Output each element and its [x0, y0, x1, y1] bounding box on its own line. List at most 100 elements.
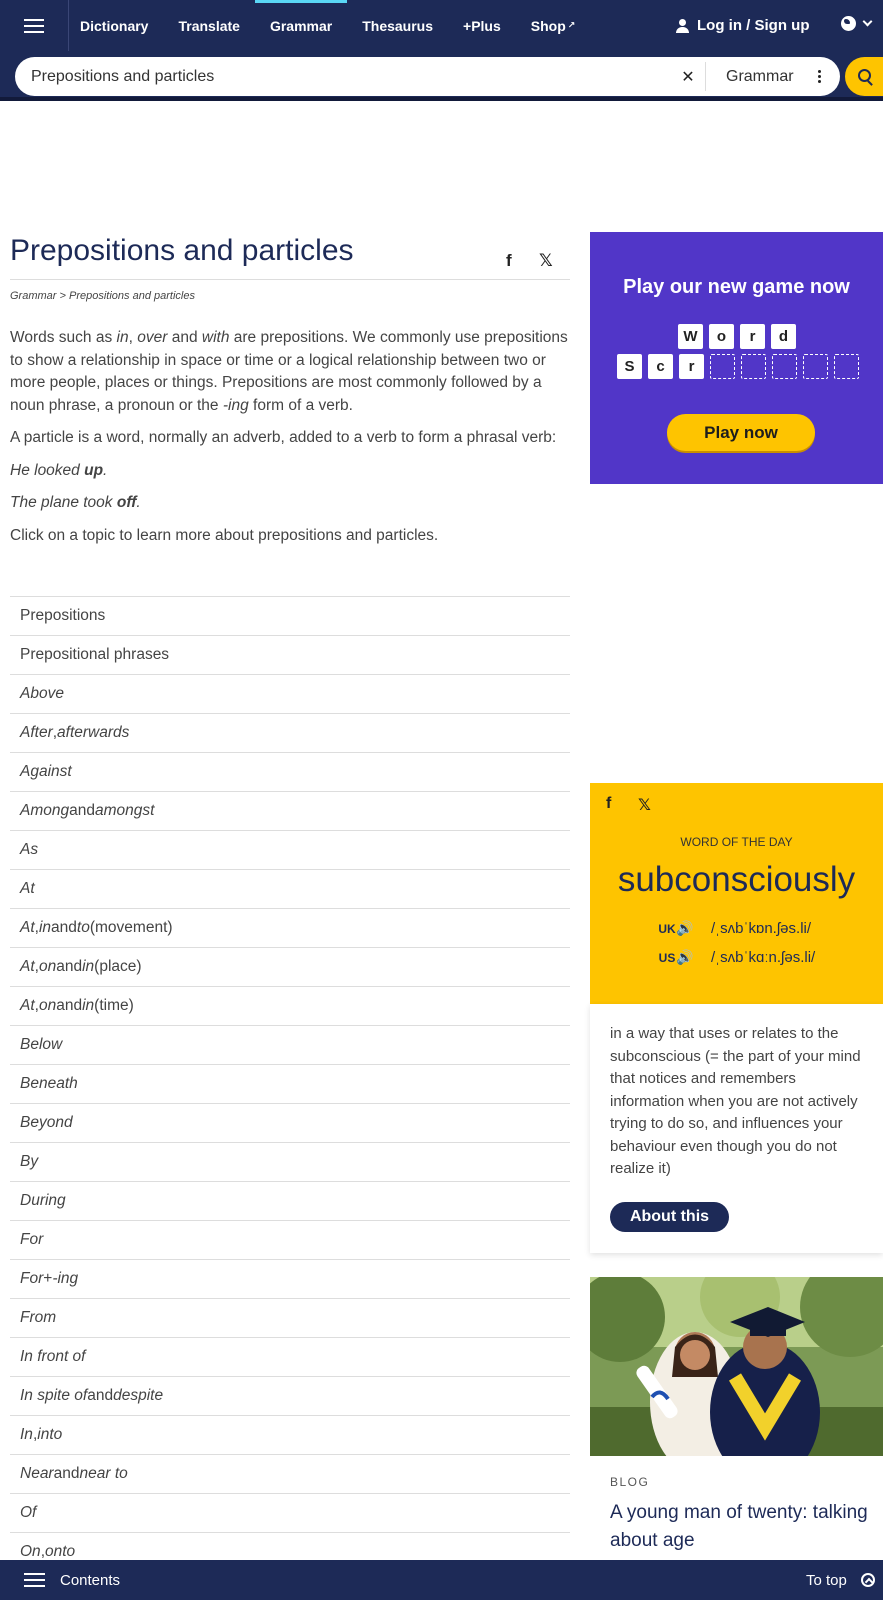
pronunciation-uk: UK 🔊 /ˌsʌbˈkɒn.ʃəs.li/ [658, 920, 811, 937]
user-icon [676, 18, 689, 33]
topic-link[interactable]: In spite of and despite [10, 1377, 570, 1416]
topic-link-text: amongst [95, 802, 155, 819]
to-top-button[interactable]: To top [806, 1560, 875, 1600]
topic-link[interactable]: Against [10, 753, 570, 792]
to-top-label: To top [806, 1571, 847, 1589]
breadcrumb: Grammar > Prepositions and particles [10, 290, 195, 302]
topic-link[interactable]: Near and near to [10, 1455, 570, 1494]
topic-link-text: and [56, 958, 83, 975]
topic-link[interactable]: At, on and in (place) [10, 948, 570, 987]
nav-thesaurus[interactable]: Thesaurus [347, 0, 448, 51]
topic-link[interactable]: At [10, 870, 570, 909]
wotd-label: WORD OF THE DAY [680, 835, 793, 849]
blog-image[interactable] [590, 1277, 883, 1456]
topic-link[interactable]: As [10, 831, 570, 870]
topic-link-text: Among [20, 802, 70, 819]
topic-link[interactable]: At, on and in (time) [10, 987, 570, 1026]
empty-tile [710, 354, 735, 379]
topic-link[interactable]: At, in and to (movement) [10, 909, 570, 948]
breadcrumb-root[interactable]: Grammar [10, 290, 56, 302]
facebook-icon[interactable]: f [506, 251, 512, 271]
topic-link[interactable]: During [10, 1182, 570, 1221]
topic-link-text: (movement) [89, 919, 173, 936]
topic-link-text: In spite of [20, 1387, 88, 1404]
dictionary-select[interactable]: Grammar [705, 62, 840, 91]
to-top-icon [860, 1573, 875, 1587]
intro-paragraph: Words such as in, over and with are prep… [10, 329, 568, 414]
region-label: UK [658, 921, 676, 936]
topic-link[interactable]: From [10, 1299, 570, 1338]
topic-link-text: After [20, 724, 53, 741]
topic-link[interactable]: Beyond [10, 1104, 570, 1143]
nav-grammar[interactable]: Grammar [254, 0, 348, 51]
language-selector[interactable] [841, 16, 873, 31]
topic-link[interactable]: In front of [10, 1338, 570, 1377]
login-link[interactable]: Log in / Sign up [676, 0, 809, 51]
topic-link[interactable]: Among and amongst [10, 792, 570, 831]
x-icon[interactable]: 𝕏 [539, 251, 553, 271]
topic-link-text: At [20, 958, 35, 975]
nav-plus[interactable]: +Plus [448, 0, 516, 51]
nav-dictionary[interactable]: Dictionary [69, 0, 163, 51]
topic-link-text: Below [20, 1036, 63, 1053]
topic-link-text: In [20, 1426, 33, 1443]
empty-tile [834, 354, 859, 379]
topic-link-text: On [20, 1543, 41, 1560]
wotd-definition: in a way that uses or relates to the sub… [610, 1025, 861, 1177]
x-icon[interactable]: 𝕏 [638, 795, 651, 815]
contents-button[interactable]: Contents [24, 1560, 120, 1600]
topic-link[interactable]: Prepositions [10, 597, 570, 636]
topic-link-text: As [20, 841, 39, 858]
topic-link[interactable]: For + -ing [10, 1260, 570, 1299]
topic-link-text: and [87, 1387, 114, 1404]
about-this-button[interactable]: About this [610, 1202, 729, 1232]
game-ad[interactable]: Play our new game now WordScr Play now [590, 232, 883, 484]
nav-translate[interactable]: Translate [163, 0, 254, 51]
topic-link-text: -ing [52, 1270, 79, 1287]
topic-link-text: near to [79, 1465, 128, 1482]
topic-link-text: From [20, 1309, 57, 1326]
example-sentence: The plane took off. [10, 494, 141, 511]
topic-link[interactable]: Of [10, 1494, 570, 1533]
letter-tile: o [709, 324, 734, 349]
empty-tile [772, 354, 797, 379]
nav-shop[interactable]: Shop ↗ [516, 0, 591, 51]
word-of-the-day: f 𝕏 WORD OF THE DAY subconsciously UK 🔊 … [590, 783, 883, 1004]
topic-link[interactable]: After, afterwards [10, 714, 570, 753]
topic-link[interactable]: Below [10, 1026, 570, 1065]
topic-link[interactable]: Beneath [10, 1065, 570, 1104]
topic-link[interactable]: By [10, 1143, 570, 1182]
breadcrumb-current[interactable]: Prepositions and particles [69, 290, 195, 302]
bottom-bar: Contents To top [0, 1560, 883, 1600]
pronunciation-us: US 🔊 /ˌsʌbˈkɑːn.ʃəs.li/ [658, 949, 816, 966]
search-field: Prepositions and particles ✕ Grammar [15, 57, 840, 96]
blog-title[interactable]: A young man of twenty: talking about age [610, 1499, 878, 1555]
clear-icon[interactable]: ✕ [671, 67, 705, 87]
ipa: /ˌsʌbˈkɒn.ʃəs.li/ [711, 920, 812, 937]
menu-button[interactable] [0, 0, 69, 51]
play-now-button[interactable]: Play now [667, 414, 815, 451]
topic-link-text: At [20, 997, 35, 1014]
topic-link-text: Beyond [20, 1114, 73, 1131]
topic-link[interactable]: Above [10, 675, 570, 714]
top-nav: Dictionary Translate Grammar Thesaurus +… [0, 0, 883, 51]
topic-link-text: in [82, 997, 95, 1014]
topic-link-text: into [37, 1426, 63, 1443]
letter-tile: r [740, 324, 765, 349]
speaker-icon[interactable]: 🔊 [676, 949, 711, 966]
topic-link-text: Near [20, 1465, 54, 1482]
topic-link[interactable]: Prepositional phrases [10, 636, 570, 675]
facebook-icon[interactable]: f [606, 795, 611, 813]
topic-link-text: Prepositions [20, 607, 106, 624]
region-label: US [658, 950, 676, 965]
speaker-icon[interactable]: 🔊 [676, 920, 711, 937]
topic-link-text: in [38, 919, 52, 936]
topic-link[interactable]: In, into [10, 1416, 570, 1455]
wotd-word[interactable]: subconsciously [590, 860, 883, 900]
letter-tile: W [678, 324, 703, 349]
topic-link-text: For [20, 1231, 44, 1248]
search-icon[interactable] [845, 57, 883, 96]
search-input[interactable]: Prepositions and particles [15, 68, 671, 86]
letter-tile: S [617, 354, 642, 379]
topic-link[interactable]: For [10, 1221, 570, 1260]
